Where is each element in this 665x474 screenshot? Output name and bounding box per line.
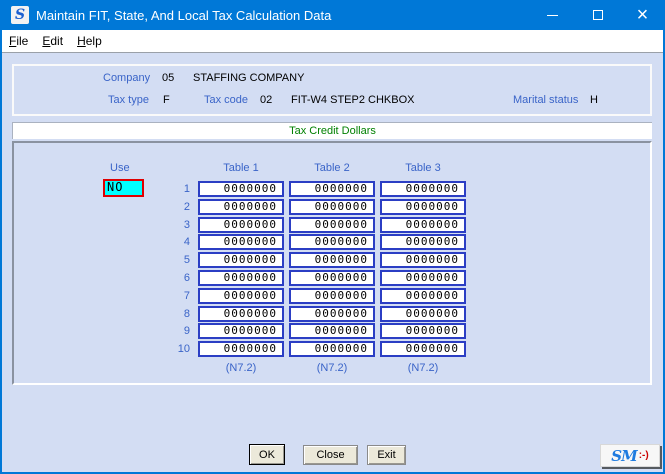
table1-value-field[interactable]: 0000000 — [198, 199, 284, 215]
table3-value-field[interactable]: 0000000 — [380, 270, 466, 286]
tax-code-value: 02 — [260, 94, 272, 106]
table1-format-label: (N7.2) — [198, 362, 284, 374]
table2-value-field[interactable]: 0000000 — [289, 341, 375, 357]
content-area: Company 05 STAFFING COMPANY Tax type F T… — [2, 53, 663, 472]
row-number: 5 — [14, 254, 190, 266]
table1-value-field[interactable]: 0000000 — [198, 252, 284, 268]
table3-value-field[interactable]: 0000000 — [380, 234, 466, 250]
title-bar: S Maintain FIT, State, And Local Tax Cal… — [0, 0, 665, 30]
close-dialog-button[interactable]: Close — [303, 445, 358, 465]
table2-value-field[interactable]: 0000000 — [289, 181, 375, 197]
table1-value-field[interactable]: 0000000 — [198, 234, 284, 250]
table3-header: Table 3 — [380, 162, 466, 174]
table1-value-field[interactable]: 0000000 — [198, 270, 284, 286]
table2-format-label: (N7.2) — [289, 362, 375, 374]
maximize-icon — [593, 10, 603, 20]
row-number: 2 — [14, 201, 190, 213]
close-button[interactable]: × — [620, 0, 665, 30]
section-title: Tax Credit Dollars — [289, 125, 376, 137]
tax-code-name: FIT-W4 STEP2 CHKBOX — [291, 94, 414, 106]
exit-button[interactable]: Exit — [367, 445, 406, 465]
row-number: 10 — [14, 343, 190, 355]
table3-value-field[interactable]: 0000000 — [380, 341, 466, 357]
tax-type-value: F — [163, 94, 170, 106]
table1-value-field[interactable]: 0000000 — [198, 288, 284, 304]
table1-value-field[interactable]: 0000000 — [198, 323, 284, 339]
table1-value-field[interactable]: 0000000 — [198, 217, 284, 233]
table3-value-field[interactable]: 0000000 — [380, 252, 466, 268]
row-number: 7 — [14, 290, 190, 302]
row-number: 1 — [14, 183, 190, 195]
vendor-logo: SM :-) — [600, 444, 660, 467]
table-row: 5 0000000 0000000 0000000 — [14, 252, 650, 268]
table2-value-field[interactable]: 0000000 — [289, 306, 375, 322]
marital-status-label: Marital status — [513, 94, 578, 106]
table-row: 1 0000000 0000000 0000000 — [14, 181, 650, 197]
company-name: STAFFING COMPANY — [193, 72, 304, 84]
section-title-bar: Tax Credit Dollars — [12, 122, 652, 139]
table2-header: Table 2 — [289, 162, 375, 174]
menu-edit[interactable]: Edit — [40, 32, 65, 50]
window-controls: × — [530, 0, 665, 30]
table3-value-field[interactable]: 0000000 — [380, 199, 466, 215]
vendor-logo-smiley: :-) — [639, 450, 649, 461]
table-row: 4 0000000 0000000 0000000 — [14, 234, 650, 250]
minimize-button[interactable] — [530, 0, 575, 30]
table1-header: Table 1 — [198, 162, 284, 174]
tax-type-label: Tax type — [108, 94, 149, 106]
tax-table-panel: Use NO Table 1 Table 2 Table 3 1 0000000… — [12, 141, 652, 385]
table3-format-label: (N7.2) — [380, 362, 466, 374]
table3-value-field[interactable]: 0000000 — [380, 288, 466, 304]
table2-value-field[interactable]: 0000000 — [289, 288, 375, 304]
row-number: 8 — [14, 308, 190, 320]
table1-value-field[interactable]: 0000000 — [198, 306, 284, 322]
row-number: 3 — [14, 219, 190, 231]
row-number: 9 — [14, 325, 190, 337]
row-number: 4 — [14, 236, 190, 248]
table2-value-field[interactable]: 0000000 — [289, 252, 375, 268]
table2-value-field[interactable]: 0000000 — [289, 199, 375, 215]
table3-value-field[interactable]: 0000000 — [380, 306, 466, 322]
table-row: 10 0000000 0000000 0000000 — [14, 341, 650, 357]
company-value: 05 — [162, 72, 174, 84]
table2-value-field[interactable]: 0000000 — [289, 234, 375, 250]
marital-status-value: H — [590, 94, 598, 106]
table3-value-field[interactable]: 0000000 — [380, 181, 466, 197]
table-row: 7 0000000 0000000 0000000 — [14, 288, 650, 304]
table-row: 2 0000000 0000000 0000000 — [14, 199, 650, 215]
company-label: Company — [103, 72, 150, 84]
table-row: 6 0000000 0000000 0000000 — [14, 270, 650, 286]
window-title: Maintain FIT, State, And Local Tax Calcu… — [36, 8, 331, 23]
app-icon: S — [11, 6, 29, 24]
table2-value-field[interactable]: 0000000 — [289, 323, 375, 339]
table-rows: 1 0000000 0000000 0000000 2 0000000 0000… — [14, 181, 650, 359]
ok-button[interactable]: OK — [249, 444, 285, 465]
tax-code-label: Tax code — [204, 94, 248, 106]
vendor-logo-text: SM — [611, 447, 636, 465]
menu-help[interactable]: Help — [75, 32, 104, 50]
row-number: 6 — [14, 272, 190, 284]
table3-value-field[interactable]: 0000000 — [380, 217, 466, 233]
maximize-button[interactable] — [575, 0, 620, 30]
minimize-icon — [547, 15, 558, 16]
table3-value-field[interactable]: 0000000 — [380, 323, 466, 339]
close-icon: × — [637, 5, 649, 25]
table2-value-field[interactable]: 0000000 — [289, 270, 375, 286]
table1-value-field[interactable]: 0000000 — [198, 341, 284, 357]
table2-value-field[interactable]: 0000000 — [289, 217, 375, 233]
menu-file[interactable]: File — [7, 32, 30, 50]
menu-bar: File Edit Help — [2, 30, 663, 53]
table-row: 3 0000000 0000000 0000000 — [14, 217, 650, 233]
table1-value-field[interactable]: 0000000 — [198, 181, 284, 197]
table-row: 9 0000000 0000000 0000000 — [14, 323, 650, 339]
tax-record-header: Company 05 STAFFING COMPANY Tax type F T… — [12, 64, 652, 116]
use-label: Use — [110, 162, 130, 174]
table-row: 8 0000000 0000000 0000000 — [14, 306, 650, 322]
